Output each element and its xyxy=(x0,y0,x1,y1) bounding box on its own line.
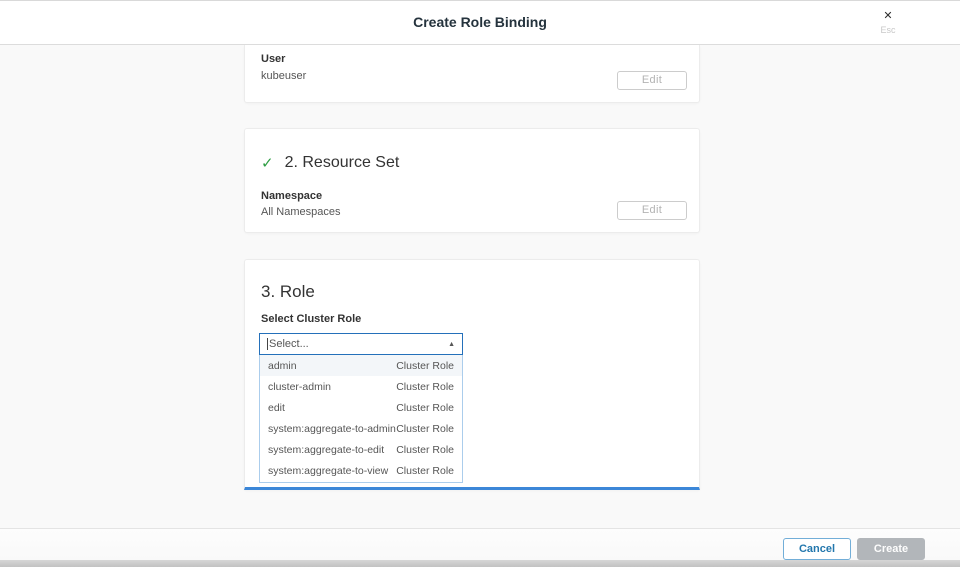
card-role: 3. Role Select Cluster Role Select... ▲ … xyxy=(244,259,700,490)
select-placeholder: Select... xyxy=(269,338,448,350)
edit-subject-button[interactable]: Edit xyxy=(617,71,687,90)
modal-header: Create Role Binding ✕ Esc xyxy=(0,0,960,45)
modal-footer: Cancel Create xyxy=(0,528,960,560)
role-heading: 3. Role xyxy=(261,282,315,302)
option-name: system:aggregate-to-view xyxy=(268,465,388,477)
option-name: system:aggregate-to-edit xyxy=(268,444,384,456)
create-button[interactable]: Create xyxy=(857,538,925,560)
chevron-up-icon[interactable]: ▲ xyxy=(448,341,455,348)
dropdown-option-system-aggregate-to-view[interactable]: system:aggregate-to-view Cluster Role xyxy=(260,461,462,482)
dropdown-option-cluster-admin[interactable]: cluster-admin Cluster Role xyxy=(260,376,462,397)
namespace-label: Namespace xyxy=(261,190,322,202)
option-kind: Cluster Role xyxy=(396,423,454,435)
card-resource-set: ✓ 2. Resource Set Namespace All Namespac… xyxy=(244,128,700,233)
close-button[interactable]: ✕ Esc xyxy=(869,10,907,35)
option-name: cluster-admin xyxy=(268,381,331,393)
resource-set-heading: ✓ 2. Resource Set xyxy=(261,154,399,172)
namespace-value: All Namespaces xyxy=(261,206,340,218)
option-kind: Cluster Role xyxy=(396,360,454,372)
modal-body: User kubeuser Edit ✓ 2. Resource Set Nam… xyxy=(0,45,960,528)
text-cursor xyxy=(267,338,268,350)
option-kind: Cluster Role xyxy=(396,381,454,393)
option-kind: Cluster Role xyxy=(396,444,454,456)
dropdown-option-system-aggregate-to-edit[interactable]: system:aggregate-to-edit Cluster Role xyxy=(260,440,462,461)
option-name: system:aggregate-to-admin xyxy=(268,423,396,435)
cancel-button[interactable]: Cancel xyxy=(783,538,851,560)
option-kind: Cluster Role xyxy=(396,465,454,477)
option-kind: Cluster Role xyxy=(396,402,454,414)
option-name: edit xyxy=(268,402,285,414)
close-icon[interactable]: ✕ xyxy=(869,10,907,22)
option-name: admin xyxy=(268,360,297,372)
card-subject: User kubeuser Edit xyxy=(244,45,700,103)
select-cluster-role-label: Select Cluster Role xyxy=(261,313,361,325)
user-value: kubeuser xyxy=(261,70,306,82)
cluster-role-select[interactable]: Select... ▲ xyxy=(259,333,463,355)
dropdown-option-admin[interactable]: admin Cluster Role xyxy=(260,355,462,376)
dropdown-option-system-aggregate-to-admin[interactable]: system:aggregate-to-admin Cluster Role xyxy=(260,419,462,440)
page-background-behind-modal xyxy=(0,560,960,567)
modal-title: Create Role Binding xyxy=(0,1,960,44)
edit-resource-set-button[interactable]: Edit xyxy=(617,201,687,220)
dropdown-option-edit[interactable]: edit Cluster Role xyxy=(260,397,462,418)
user-label: User xyxy=(261,53,285,65)
esc-hint: Esc xyxy=(869,26,907,35)
check-icon: ✓ xyxy=(261,154,274,172)
cluster-role-dropdown: admin Cluster Role cluster-admin Cluster… xyxy=(259,355,463,483)
resource-set-heading-text: 2. Resource Set xyxy=(285,154,400,172)
